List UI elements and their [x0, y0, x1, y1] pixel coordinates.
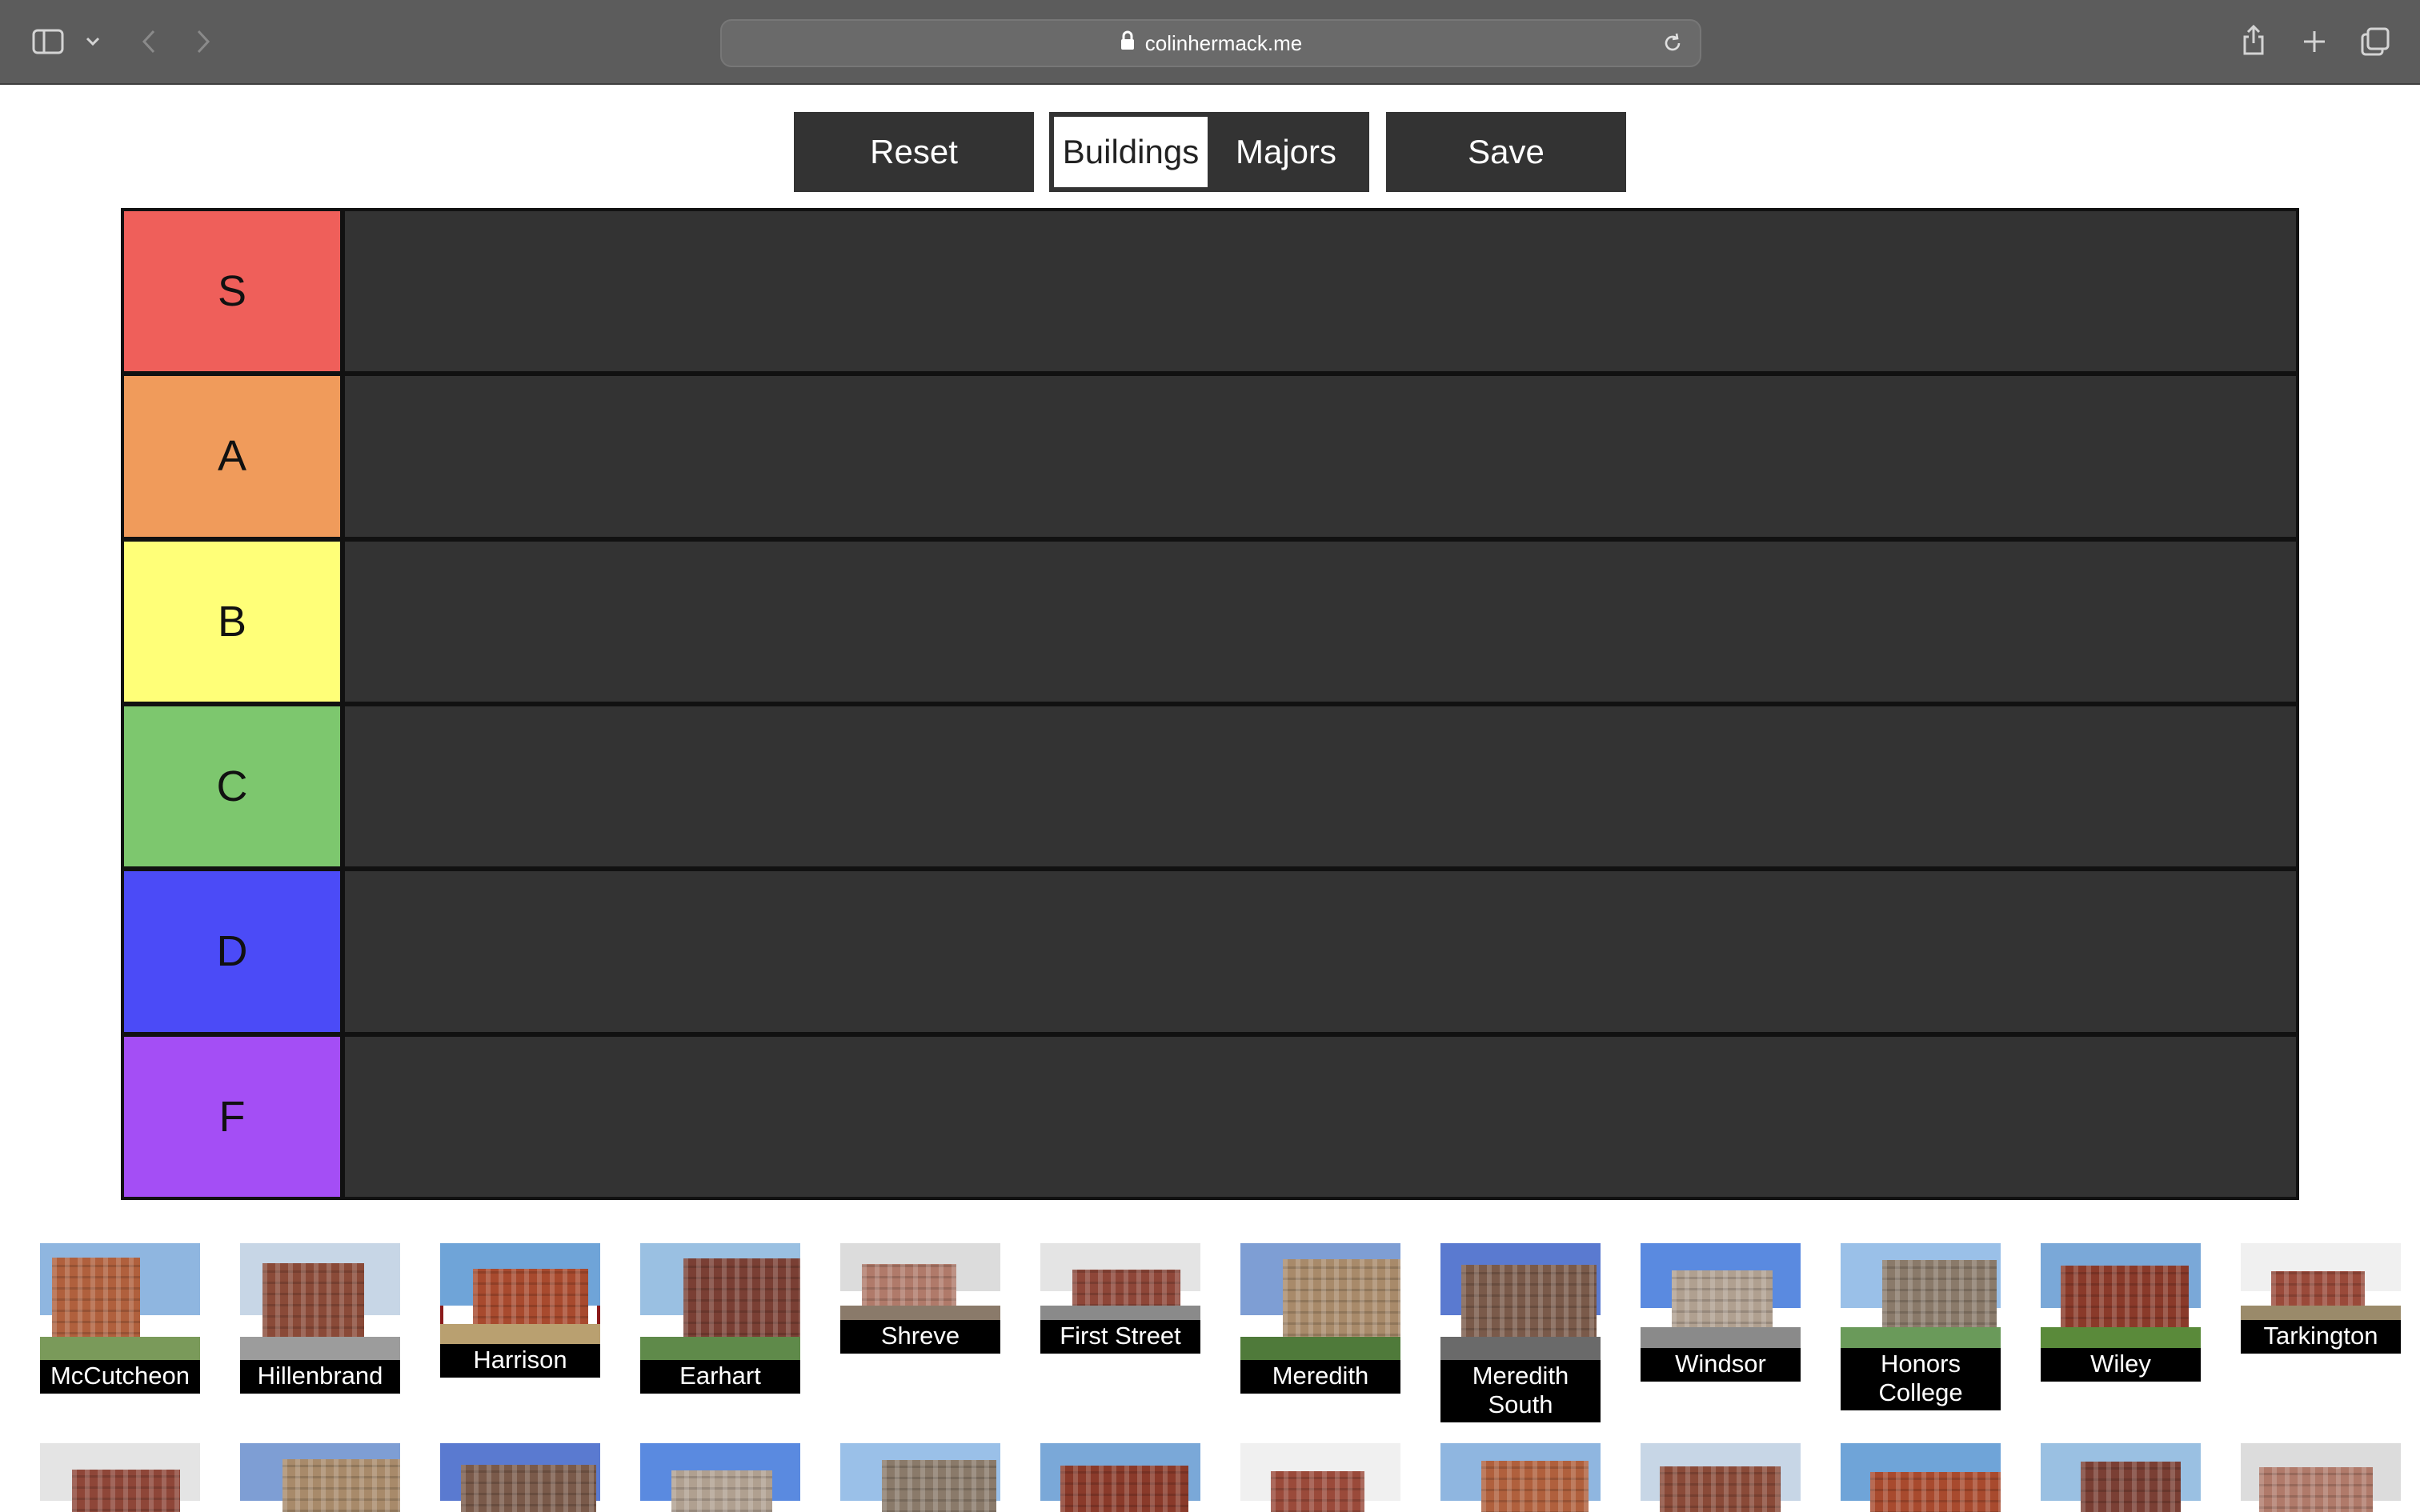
- building-name: First Street: [1040, 1320, 1200, 1354]
- building-name: Windsor: [1641, 1348, 1801, 1382]
- plus-icon[interactable]: [2298, 26, 2330, 58]
- tier-drop-zone[interactable]: [345, 376, 2296, 537]
- chevron-down-icon[interactable]: [80, 29, 106, 54]
- building-card[interactable]: Harrison: [440, 1243, 600, 1378]
- building-card[interactable]: [1040, 1443, 1200, 1512]
- building-photo: [240, 1243, 400, 1363]
- building-card[interactable]: [1240, 1443, 1400, 1512]
- tabs-icon[interactable]: [2358, 24, 2393, 59]
- building-card[interactable]: Meredith South: [1440, 1243, 1601, 1422]
- toggle-buildings[interactable]: Buildings: [1054, 117, 1208, 187]
- tier-drop-zone[interactable]: [345, 211, 2296, 372]
- toggle-majors[interactable]: Majors: [1208, 117, 1364, 187]
- tier-label[interactable]: B: [124, 541, 340, 702]
- building-photo: [1641, 1243, 1801, 1351]
- building-photo: [1240, 1243, 1400, 1363]
- building-name: Harrison: [440, 1344, 600, 1378]
- share-icon[interactable]: [2238, 22, 2270, 58]
- building-photo: [2041, 1243, 2201, 1351]
- tier-row: C: [124, 706, 2296, 867]
- building-card[interactable]: Windsor: [1641, 1243, 1801, 1382]
- building-photo: [40, 1243, 200, 1363]
- building-card[interactable]: First Street: [1040, 1243, 1200, 1354]
- building-card[interactable]: McCutcheon: [40, 1243, 200, 1394]
- building-photo: [1841, 1443, 2001, 1512]
- sidebar-icon[interactable]: [30, 26, 66, 58]
- building-card[interactable]: Honors College: [1841, 1243, 2001, 1410]
- tier-label[interactable]: S: [124, 211, 340, 372]
- building-name: Meredith South: [1440, 1360, 1601, 1422]
- tier-row: F: [124, 1036, 2296, 1197]
- building-photo: [2241, 1443, 2401, 1512]
- building-photo: [440, 1243, 600, 1347]
- tier-table: SABCDF: [121, 208, 2299, 1200]
- building-card[interactable]: [1841, 1443, 2001, 1512]
- building-photo: [640, 1443, 800, 1512]
- tier-row: D: [124, 871, 2296, 1032]
- building-photo: [40, 1443, 200, 1512]
- tier-row: B: [124, 541, 2296, 702]
- save-button[interactable]: Save: [1386, 112, 1626, 192]
- building-photo: [240, 1443, 400, 1512]
- building-card[interactable]: Meredith: [1240, 1243, 1400, 1394]
- reload-icon[interactable]: [1661, 32, 1684, 60]
- building-card[interactable]: Tarkington: [2241, 1243, 2401, 1354]
- item-pool: McCutcheon Hillenbrand Harrison Earhart Shre…: [0, 1240, 2420, 1512]
- reset-button[interactable]: Reset: [794, 112, 1034, 192]
- building-photo: [840, 1243, 1000, 1323]
- tier-label[interactable]: F: [124, 1036, 340, 1197]
- tier-drop-zone[interactable]: [345, 706, 2296, 867]
- building-photo: [840, 1443, 1000, 1512]
- building-card[interactable]: [40, 1443, 200, 1512]
- tier-label[interactable]: D: [124, 871, 340, 1032]
- building-card[interactable]: [640, 1443, 800, 1512]
- building-card[interactable]: [840, 1443, 1000, 1512]
- building-card[interactable]: Earhart: [640, 1243, 800, 1394]
- building-photo: [1440, 1243, 1601, 1363]
- building-photo: [1240, 1443, 1400, 1512]
- building-name: Shreve: [840, 1320, 1000, 1354]
- url-text: colinhermack.me: [1144, 30, 1303, 55]
- building-photo: [440, 1443, 600, 1512]
- building-name: Honors College: [1841, 1348, 2001, 1410]
- building-name: Earhart: [640, 1360, 800, 1394]
- building-card[interactable]: [1440, 1443, 1601, 1512]
- building-name: Hillenbrand: [240, 1360, 400, 1394]
- tier-row: S: [124, 211, 2296, 372]
- tier-drop-zone[interactable]: [345, 871, 2296, 1032]
- forward-icon[interactable]: [189, 26, 218, 58]
- building-photo: [2241, 1243, 2401, 1323]
- building-photo: [1440, 1443, 1601, 1512]
- building-photo: [1841, 1243, 2001, 1351]
- building-photo: [1641, 1443, 1801, 1512]
- category-toggle: Buildings Majors: [1049, 112, 1369, 192]
- building-name: Tarkington: [2241, 1320, 2401, 1354]
- tier-drop-zone[interactable]: [345, 541, 2296, 702]
- address-bar[interactable]: colinhermack.me: [720, 19, 1701, 67]
- building-card[interactable]: Hillenbrand: [240, 1243, 400, 1394]
- building-card[interactable]: Shreve: [840, 1243, 1000, 1354]
- building-card[interactable]: [240, 1443, 400, 1512]
- lock-icon: [1120, 30, 1136, 57]
- tier-drop-zone[interactable]: [345, 1036, 2296, 1197]
- building-photo: [1040, 1243, 1200, 1323]
- tier-row: A: [124, 376, 2296, 537]
- back-icon[interactable]: [134, 26, 163, 58]
- building-photo: [640, 1243, 800, 1363]
- building-photo: [1040, 1443, 1200, 1512]
- building-name: Wiley: [2041, 1348, 2201, 1382]
- building-name: Meredith: [1240, 1360, 1400, 1394]
- tier-label[interactable]: C: [124, 706, 340, 867]
- building-card[interactable]: [2241, 1443, 2401, 1512]
- tier-label[interactable]: A: [124, 376, 340, 537]
- building-name: McCutcheon: [40, 1360, 200, 1394]
- building-card[interactable]: [440, 1443, 600, 1512]
- browser-toolbar: colinhermack.me: [0, 0, 2420, 85]
- building-card[interactable]: [1641, 1443, 1801, 1512]
- building-card[interactable]: [2041, 1443, 2201, 1512]
- building-photo: [2041, 1443, 2201, 1512]
- building-card[interactable]: Wiley: [2041, 1243, 2201, 1382]
